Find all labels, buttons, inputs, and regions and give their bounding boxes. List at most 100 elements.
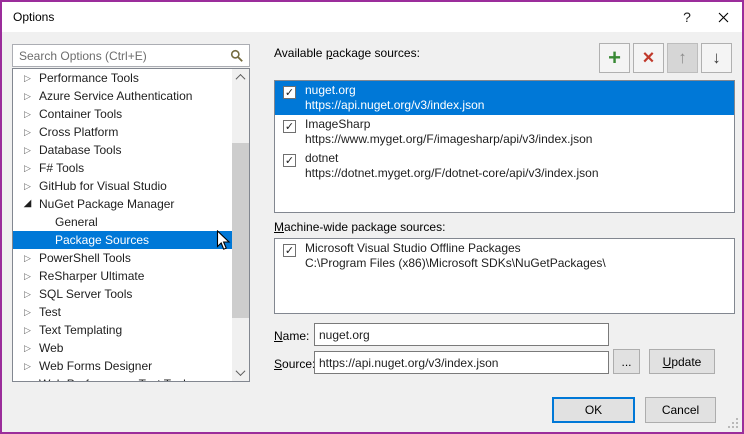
search-icon — [230, 49, 244, 63]
tree-item[interactable]: ▷ Web Performance Test Tools — [13, 375, 232, 381]
tree-item[interactable]: ▷ ReSharper Ultimate — [13, 267, 232, 285]
tree-expander-icon[interactable]: ▷ — [20, 303, 35, 321]
tree-item[interactable]: ▷ Cross Platform — [13, 123, 232, 141]
package-source-row[interactable]: ✓ dotnet https://dotnet.myget.org/F/dotn… — [275, 149, 734, 183]
tree-expander-icon[interactable]: ▷ — [20, 321, 35, 339]
tree-item-label: Web Performance Test Tools — [39, 377, 192, 381]
machine-sources-label: Machine-wide package sources: — [274, 220, 445, 234]
source-input[interactable] — [314, 351, 609, 374]
tree-expander-icon[interactable]: ▷ — [20, 105, 35, 123]
package-source-row[interactable]: ✓ Microsoft Visual Studio Offline Packag… — [275, 239, 734, 273]
tree-item[interactable]: ▷ Text Templating — [13, 321, 232, 339]
help-button[interactable]: ? — [670, 2, 704, 32]
tree-item[interactable]: ▷ GitHub for Visual Studio — [13, 177, 232, 195]
source-url: https://dotnet.myget.org/F/dotnet-core/a… — [305, 166, 730, 181]
tree-expander-icon[interactable]: ▷ — [20, 357, 35, 375]
tree-item-label: Database Tools — [39, 143, 122, 157]
checkbox[interactable]: ✓ — [283, 120, 296, 133]
tree-item-label: Container Tools — [39, 107, 122, 121]
tree-expander-icon[interactable]: ▷ — [20, 177, 35, 195]
machine-sources-list: ✓ Microsoft Visual Studio Offline Packag… — [274, 238, 735, 314]
chevron-up-icon — [236, 74, 246, 84]
tree-item[interactable]: ▷ Performance Tools — [13, 69, 232, 87]
tree-item-label: Cross Platform — [39, 125, 118, 139]
checkbox[interactable]: ✓ — [283, 244, 296, 257]
tree-expander-icon[interactable]: ▷ — [20, 141, 35, 159]
tree-item[interactable]: Package Sources — [13, 231, 232, 249]
arrow-down-icon: ↓ — [712, 48, 721, 68]
close-icon — [718, 12, 729, 23]
tree-item[interactable]: ▷ Test — [13, 303, 232, 321]
scroll-down-button[interactable] — [232, 364, 249, 381]
tree-item-label: F# Tools — [39, 161, 84, 175]
tree-item-label: NuGet Package Manager — [39, 197, 174, 211]
ok-button[interactable]: OK — [552, 397, 635, 423]
search-input[interactable] — [17, 47, 223, 64]
package-source-row[interactable]: ✓ nuget.org https://api.nuget.org/v3/ind… — [275, 81, 734, 115]
tree-item[interactable]: ◢ NuGet Package Manager — [13, 195, 232, 213]
tree-item-label: PowerShell Tools — [39, 251, 131, 265]
source-name: dotnet — [305, 151, 730, 166]
tree-item[interactable]: ▷ Azure Service Authentication — [13, 87, 232, 105]
options-tree: ▷ Performance Tools ▷ Azure Service Auth… — [13, 69, 232, 381]
browse-button[interactable]: ... — [613, 349, 640, 374]
tree-expander-icon[interactable]: ▷ — [20, 285, 35, 303]
name-input[interactable] — [314, 323, 609, 346]
tree-expander-icon[interactable]: ◢ — [20, 195, 35, 213]
remove-icon: × — [643, 48, 655, 68]
tree-expander-icon[interactable]: ▷ — [20, 249, 35, 267]
dialog-title: Options — [13, 10, 54, 24]
tree-expander-icon[interactable]: ▷ — [20, 375, 35, 381]
available-sources-label: Available package sources: — [274, 46, 420, 60]
tree-scrollbar[interactable] — [232, 69, 249, 381]
chevron-down-icon — [236, 366, 246, 376]
tree-item[interactable]: ▷ Container Tools — [13, 105, 232, 123]
move-up-button[interactable]: ↑ — [667, 43, 698, 73]
add-icon: + — [608, 48, 621, 68]
tree-item-label: GitHub for Visual Studio — [39, 179, 167, 193]
cancel-button[interactable]: Cancel — [645, 397, 716, 423]
source-url: https://www.myget.org/F/imagesharp/api/v… — [305, 132, 730, 147]
tree-item[interactable]: ▷ SQL Server Tools — [13, 285, 232, 303]
name-label: Name: — [274, 329, 309, 343]
help-icon: ? — [683, 9, 691, 25]
tree-item[interactable]: ▷ F# Tools — [13, 159, 232, 177]
tree-item-label: Text Templating — [39, 323, 122, 337]
tree-item-label: SQL Server Tools — [39, 287, 132, 301]
tree-expander-icon[interactable]: ▷ — [20, 123, 35, 141]
source-url: C:\Program Files (x86)\Microsoft SDKs\Nu… — [305, 256, 730, 271]
checkbox[interactable]: ✓ — [283, 154, 296, 167]
available-sources-list: ✓ nuget.org https://api.nuget.org/v3/ind… — [274, 80, 735, 213]
tree-item[interactable]: ▷ Database Tools — [13, 141, 232, 159]
tree-expander-icon[interactable]: ▷ — [20, 87, 35, 105]
tree-expander-icon[interactable]: ▷ — [20, 339, 35, 357]
tree-item-label: Performance Tools — [39, 71, 139, 85]
package-source-row[interactable]: ✓ ImageSharp https://www.myget.org/F/ima… — [275, 115, 734, 149]
scroll-up-button[interactable] — [232, 69, 249, 86]
options-tree-box: ▷ Performance Tools ▷ Azure Service Auth… — [12, 68, 250, 382]
remove-source-button[interactable]: × — [633, 43, 664, 73]
tree-expander-icon[interactable]: ▷ — [20, 69, 35, 87]
tree-item[interactable]: ▷ Web — [13, 339, 232, 357]
move-down-button[interactable]: ↓ — [701, 43, 732, 73]
tree-expander-icon[interactable]: ▷ — [20, 159, 35, 177]
close-button[interactable] — [706, 2, 740, 32]
tree-expander-icon[interactable]: ▷ — [20, 267, 35, 285]
search-box — [12, 44, 250, 67]
tree-item[interactable]: General — [13, 213, 232, 231]
tree-item-label: General — [55, 215, 98, 229]
source-name: Microsoft Visual Studio Offline Packages — [305, 241, 730, 256]
checkbox[interactable]: ✓ — [283, 86, 296, 99]
add-source-button[interactable]: + — [599, 43, 630, 73]
resize-grip[interactable] — [726, 416, 739, 429]
title-bar: Options ? — [2, 2, 742, 32]
options-dialog: Options ? ▷ Performance Tools ▷ Azure Se… — [0, 0, 744, 434]
source-name: nuget.org — [305, 83, 730, 98]
source-label: Source: — [274, 357, 315, 371]
tree-item[interactable]: ▷ Web Forms Designer — [13, 357, 232, 375]
update-button[interactable]: Update — [649, 349, 715, 374]
tree-item-label: ReSharper Ultimate — [39, 269, 144, 283]
scrollbar-thumb[interactable] — [232, 143, 249, 318]
tree-item-label: Package Sources — [55, 233, 149, 247]
tree-item[interactable]: ▷ PowerShell Tools — [13, 249, 232, 267]
